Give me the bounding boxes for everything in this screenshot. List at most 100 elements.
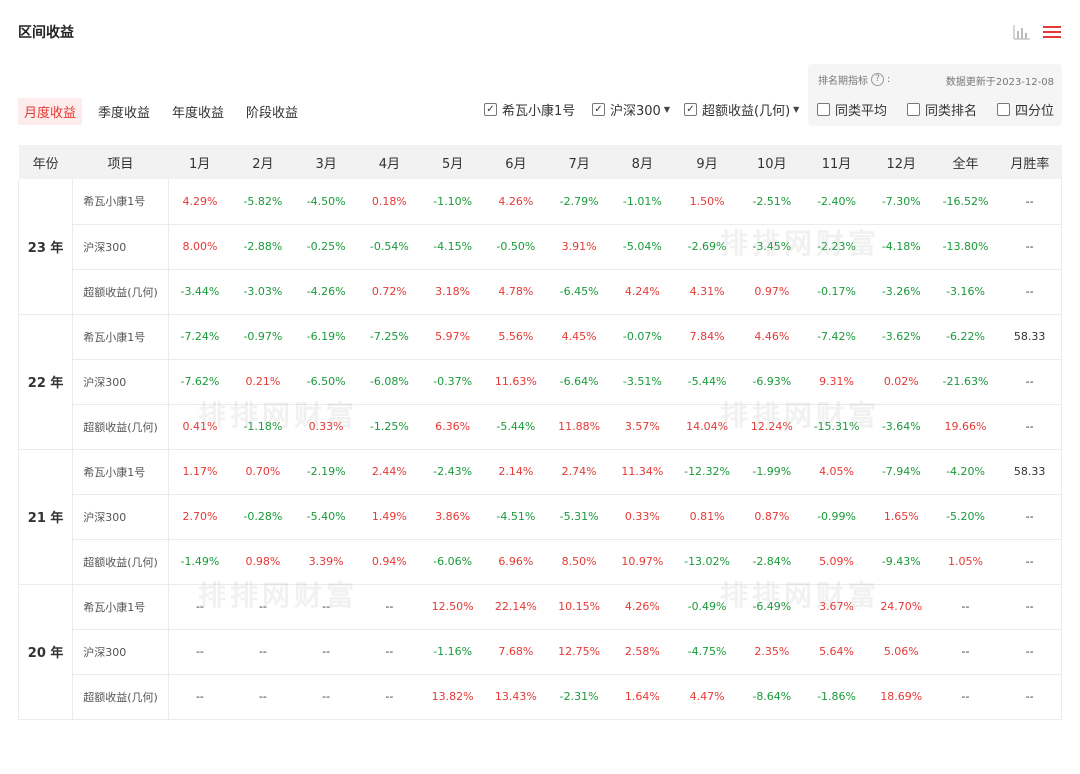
value-cell: -16.52% [932, 179, 999, 225]
column-header: 6月 [484, 145, 548, 179]
value-cell: 4.78% [484, 269, 548, 315]
value-cell: 4.45% [547, 314, 611, 360]
value-cell: 4.31% [673, 269, 741, 315]
bar-chart-icon[interactable] [1012, 22, 1032, 42]
value-cell: -- [998, 404, 1063, 450]
year-cell: 23 年 [17, 179, 74, 315]
value-cell: 4.26% [610, 584, 674, 630]
value-cell: 14.04% [673, 404, 741, 450]
value-cell: 12.75% [547, 629, 611, 675]
value-cell: -1.10% [421, 179, 485, 225]
table-row: 超额收益(几何) -- -- -- -- 13.82% 13.43% -2.31% 1.64% 4… [19, 674, 1063, 720]
value-cell: -0.50% [484, 224, 548, 270]
value-cell: 0.94% [357, 539, 421, 585]
item-cell: 沪深300 [72, 359, 169, 405]
value-cell: -0.49% [673, 584, 741, 630]
table-row: 21 年希瓦小康1号 1.17% 0.70% -2.19% 2.44% -2.43% 2.1… [17, 449, 1063, 585]
value-cell: -4.50% [294, 179, 358, 225]
rank-indicator-label: 排名期指标 ? : [818, 73, 891, 87]
index-checkbox[interactable]: ✓ 沪深300 ▼ [592, 100, 670, 119]
item-cell: 希瓦小康1号 [72, 314, 169, 360]
section-title: 区间收益 [18, 25, 74, 41]
value-cell: -12.32% [673, 449, 741, 495]
value-cell: -- [294, 674, 358, 720]
value-cell: -2.40% [803, 179, 870, 225]
value-cell: 1.05% [932, 539, 999, 585]
value-cell: -- [998, 224, 1063, 270]
year-cell: 21 年 [17, 449, 74, 585]
value-cell: -1.16% [421, 629, 485, 675]
value-cell: 13.43% [484, 674, 548, 720]
value-cell: -3.45% [740, 224, 804, 270]
tab-stage[interactable]: 阶段收益 [240, 98, 304, 125]
help-icon[interactable]: ? [871, 73, 884, 86]
value-cell: -- [998, 674, 1063, 720]
value-cell: -2.43% [421, 449, 485, 495]
value-cell: -- [357, 674, 421, 720]
year-cell: 22 年 [17, 314, 74, 450]
similar-rank-label: 同类排名 [925, 104, 978, 119]
tab-quarterly[interactable]: 季度收益 [92, 98, 156, 125]
similar-avg-label: 同类平均 [835, 104, 888, 119]
value-cell: -5.40% [294, 494, 358, 540]
value-cell: -- [998, 539, 1063, 585]
value-cell: -2.79% [547, 179, 611, 225]
value-cell: -- [998, 179, 1063, 225]
value-cell: -3.44% [168, 269, 232, 315]
column-header: 3月 [294, 145, 358, 179]
value-cell: 0.33% [294, 404, 358, 450]
tab-yearly[interactable]: 年度收益 [166, 98, 230, 125]
checkbox-unchecked-icon [907, 103, 920, 116]
value-cell: 10.97% [610, 539, 674, 585]
value-cell: -7.30% [869, 179, 933, 225]
checkbox-unchecked-icon [997, 103, 1010, 116]
column-header: 项目 [72, 145, 169, 179]
column-header: 12月 [869, 145, 933, 179]
value-cell: -7.25% [357, 314, 421, 360]
value-cell: 18.69% [869, 674, 933, 720]
value-cell: -1.49% [168, 539, 232, 585]
column-header: 月胜率 [998, 145, 1062, 179]
table-header-row: 年份 项目 1月 2月 3月 4月 5月 6月 7月 8月 9月 10月 11月 12月 全年 月胜率 [18, 145, 1062, 179]
value-cell: -2.19% [294, 449, 358, 495]
value-cell: -7.24% [168, 314, 232, 360]
caret-down-icon[interactable]: ▼ [793, 105, 799, 114]
value-cell: 8.00% [168, 224, 232, 270]
value-cell: 4.47% [673, 674, 741, 720]
excess-checkbox[interactable]: ✓ 超额收益(几何) ▼ [684, 100, 799, 119]
value-cell: 0.98% [231, 539, 295, 585]
similar-avg-checkbox[interactable]: 同类平均 [817, 100, 887, 119]
value-cell: 0.97% [740, 269, 804, 315]
value-cell: -- [932, 584, 999, 630]
tab-monthly[interactable]: 月度收益 [18, 98, 83, 125]
value-cell: -6.49% [740, 584, 804, 630]
value-cell: -4.15% [421, 224, 485, 270]
value-cell: 2.70% [168, 494, 232, 540]
value-cell: -6.50% [294, 359, 358, 405]
value-cell: -1.18% [231, 404, 295, 450]
value-cell: -- [998, 629, 1063, 675]
value-cell: -5.20% [932, 494, 999, 540]
value-cell: 3.18% [421, 269, 485, 315]
view-toggle-icons [1012, 22, 1062, 42]
value-cell: -7.42% [803, 314, 870, 360]
value-cell: 3.86% [421, 494, 485, 540]
column-header: 年份 [18, 145, 73, 179]
column-header: 2月 [231, 145, 295, 179]
caret-down-icon[interactable]: ▼ [664, 105, 670, 114]
value-cell: -6.06% [421, 539, 485, 585]
value-cell: -3.03% [231, 269, 295, 315]
table-row: 23 年希瓦小康1号 4.29% -5.82% -4.50% 0.18% -1.10% 4.… [17, 179, 1063, 315]
fund-checkbox[interactable]: ✓ 希瓦小康1号 [484, 100, 575, 119]
similar-rank-checkbox[interactable]: 同类排名 [907, 100, 977, 119]
quartile-checkbox[interactable]: 四分位 [997, 100, 1054, 119]
value-cell: -- [998, 359, 1063, 405]
value-cell: -0.54% [357, 224, 421, 270]
value-cell: 0.02% [869, 359, 933, 405]
value-cell: 5.09% [803, 539, 870, 585]
value-cell: -1.01% [610, 179, 674, 225]
value-cell: -2.88% [231, 224, 295, 270]
column-header: 11月 [803, 145, 870, 179]
menu-icon[interactable] [1042, 22, 1062, 42]
value-cell: -5.31% [547, 494, 611, 540]
